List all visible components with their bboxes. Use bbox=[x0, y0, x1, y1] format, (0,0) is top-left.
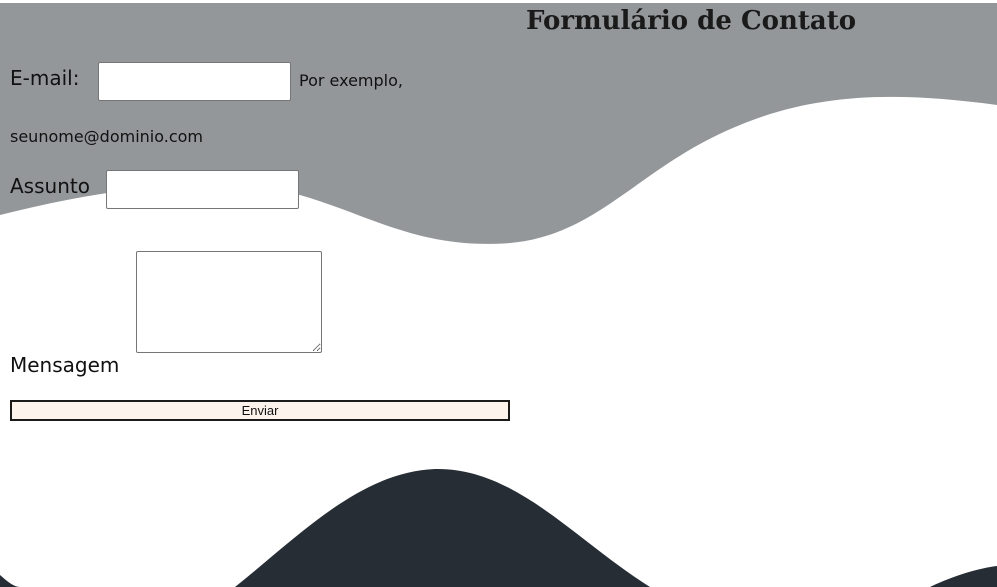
subject-label: Assunto bbox=[10, 174, 90, 198]
page-title: Formulário de Contato bbox=[526, 6, 857, 36]
message-label: Mensagem bbox=[10, 353, 120, 377]
submit-button[interactable]: Enviar bbox=[10, 400, 510, 421]
contact-page: Formulário de Contato E-mail: Por exempl… bbox=[0, 0, 997, 587]
email-hint-address: seunome@dominio.com bbox=[10, 127, 204, 146]
subject-input[interactable] bbox=[106, 170, 299, 209]
message-textarea[interactable] bbox=[136, 251, 322, 353]
email-label: E-mail: bbox=[10, 66, 80, 90]
email-hint-example: Por exemplo, bbox=[299, 71, 403, 90]
email-input[interactable] bbox=[98, 62, 291, 101]
